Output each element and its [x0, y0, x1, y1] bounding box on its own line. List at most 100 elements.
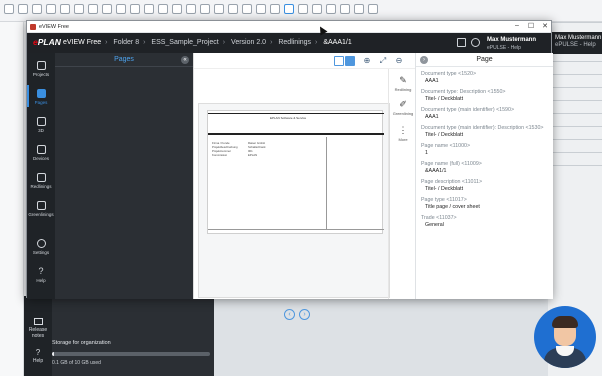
toolbar-icon[interactable] — [116, 4, 126, 14]
bg-help-link[interactable]: ? Help — [24, 348, 52, 364]
property-item: Page name (full) <11009> &AAA1/1 — [421, 161, 553, 174]
properties-title: Page — [476, 56, 493, 63]
app-name[interactable]: eVIEW Free — [63, 39, 101, 46]
background-user-area[interactable]: Max Mustermann ePULSE - Help — [552, 32, 602, 54]
toolbar-icon[interactable] — [200, 4, 210, 14]
toolbar-icon[interactable] — [158, 4, 168, 14]
presenter-avatar — [534, 306, 596, 368]
toolbar-icon[interactable] — [102, 4, 112, 14]
property-key: Document type <1520> — [421, 71, 477, 77]
property-item: Trade <11037> General — [421, 215, 553, 228]
toolbar-icon[interactable] — [326, 4, 336, 14]
toolbar-icon[interactable] — [130, 4, 140, 14]
toolbar-icon[interactable] — [284, 4, 294, 14]
toolbar-icon[interactable] — [18, 4, 28, 14]
storage-fill — [52, 352, 54, 356]
help-icon: ? — [35, 348, 41, 357]
property-value: Title page / cover sheet — [425, 204, 480, 210]
tool-label: Redlining — [394, 87, 412, 92]
breadcrumb-item[interactable]: ESS_Sample_Project — [151, 39, 218, 46]
list-view-button[interactable] — [345, 56, 355, 66]
maximize-button[interactable]: ☐ — [525, 22, 537, 30]
sidebar-item-help[interactable]: ? Help — [27, 266, 55, 284]
sidebar-item-settings[interactable]: Settings — [27, 239, 55, 255]
greenlining-tool[interactable]: ✐ Greenlining — [389, 99, 417, 116]
property-item: Page name <11000> 1 — [421, 143, 553, 156]
toolbar-icon[interactable] — [88, 4, 98, 14]
toolbar-icon[interactable] — [354, 4, 364, 14]
toolbar-icon[interactable] — [186, 4, 196, 14]
toolbar-icon[interactable] — [4, 4, 14, 14]
release-notes-link[interactable]: Release notes — [24, 318, 52, 339]
property-item: Document type <1520> AAA1 — [421, 71, 553, 84]
sheet-divider — [326, 137, 327, 229]
sidebar-item-3d[interactable]: 3D — [27, 117, 55, 133]
page-sheet[interactable]: EPLAN Software & Service Firma / Kunde P… — [207, 110, 384, 235]
toolbar-icon[interactable] — [256, 4, 266, 14]
tool-label: Greenlining — [392, 111, 414, 116]
property-item: Document type (main identifier) <1590> AA… — [421, 107, 553, 120]
toolbar-icon[interactable] — [144, 4, 154, 14]
sheet-value: EPLAN — [248, 153, 258, 157]
fit-page-icon[interactable]: ⤢ — [378, 56, 388, 66]
toolbar-icon[interactable] — [298, 4, 308, 14]
property-key: Page description <11011> — [421, 179, 483, 185]
avatar[interactable] — [471, 38, 480, 47]
minimize-button[interactable]: – — [511, 22, 523, 29]
property-key: Page type <11017> — [421, 197, 467, 203]
logo-plan: PLAN — [37, 37, 61, 47]
sidebar-label: Greenlinings — [28, 212, 54, 217]
apps-grid-icon[interactable] — [457, 38, 466, 47]
toolbar-icon[interactable] — [242, 4, 252, 14]
toolbar-icon[interactable] — [74, 4, 84, 14]
property-key: Document type (main identifier): Descrip… — [421, 125, 544, 131]
toolbar-icon[interactable] — [60, 4, 70, 14]
more-tool[interactable]: ⋮ More — [389, 125, 417, 142]
toolbar-icon[interactable] — [270, 4, 280, 14]
sidebar-item-projects[interactable]: Projects — [27, 61, 55, 77]
toolbar-icon[interactable] — [32, 4, 42, 14]
background-app-nav: Release notes ? Help — [24, 296, 52, 376]
property-item: Document type (main identifier): Descrip… — [421, 125, 553, 138]
help-icon: ? — [38, 266, 44, 276]
toolbar-icon[interactable] — [312, 4, 322, 14]
breadcrumb-item[interactable]: Folder 8 — [113, 39, 139, 46]
previous-page-button[interactable]: ‹ — [284, 309, 295, 320]
sidebar-item-redlinings[interactable]: Redlinings — [27, 173, 55, 189]
zoom-out-icon[interactable]: ⊖ — [394, 56, 404, 66]
sheet-frame — [208, 229, 384, 235]
breadcrumb-item[interactable]: Redlinings — [278, 39, 311, 46]
property-item: Document type: Description <1550> Titel- … — [421, 89, 553, 102]
sidebar-item-pages[interactable]: Pages — [27, 85, 55, 107]
property-item: Page description <11011> Titel- / Deckbla… — [421, 179, 553, 192]
breadcrumb-item[interactable]: Version 2.0 — [231, 39, 266, 46]
collapse-button[interactable]: « — [181, 56, 189, 64]
sidebar-item-greenlinings[interactable]: Greenlinings — [27, 201, 55, 217]
user-name: Max Mustermann — [487, 37, 537, 43]
redlining-tool[interactable]: ✎ Redlining — [389, 75, 417, 92]
release-notes-label: Release notes — [28, 327, 48, 339]
app-header: ePLAN eVIEW Free › Folder 8 › ESS_Sample_P… — [27, 33, 551, 53]
eview-window: eVIEW Free – ☐ ✕ ePLAN eVIEW Free › Folde… — [26, 20, 553, 320]
toolbar-icon[interactable] — [368, 4, 378, 14]
toolbar-icon[interactable] — [214, 4, 224, 14]
expand-icon[interactable]: › — [420, 56, 428, 64]
close-button[interactable]: ✕ — [539, 22, 551, 30]
user-menu[interactable]: Max Mustermann ePULSE - Help — [487, 36, 536, 52]
single-view-button[interactable] — [334, 56, 344, 66]
toolbar-icon[interactable] — [340, 4, 350, 14]
main-sidebar: Projects Pages 3D Devices Redlinings Gre… — [27, 53, 55, 299]
toolbar-icon[interactable] — [228, 4, 238, 14]
toolbar-icon[interactable] — [46, 4, 56, 14]
properties-panel: › Page Document type <1520> AAA1 Document … — [415, 53, 553, 299]
toolbar-icon[interactable] — [172, 4, 182, 14]
bg-help-label: Help — [32, 358, 44, 364]
properties-header: › Page — [416, 53, 553, 67]
gear-icon — [36, 239, 46, 248]
background-lines — [548, 22, 602, 322]
window-title: eVIEW Free — [39, 24, 69, 30]
viewer-right-tools: ✎ Redlining ✐ Greenlining ⋮ More — [388, 69, 416, 299]
next-page-button[interactable]: › — [299, 309, 310, 320]
sidebar-item-devices[interactable]: Devices — [27, 145, 55, 161]
zoom-in-icon[interactable]: ⊕ — [362, 56, 372, 66]
